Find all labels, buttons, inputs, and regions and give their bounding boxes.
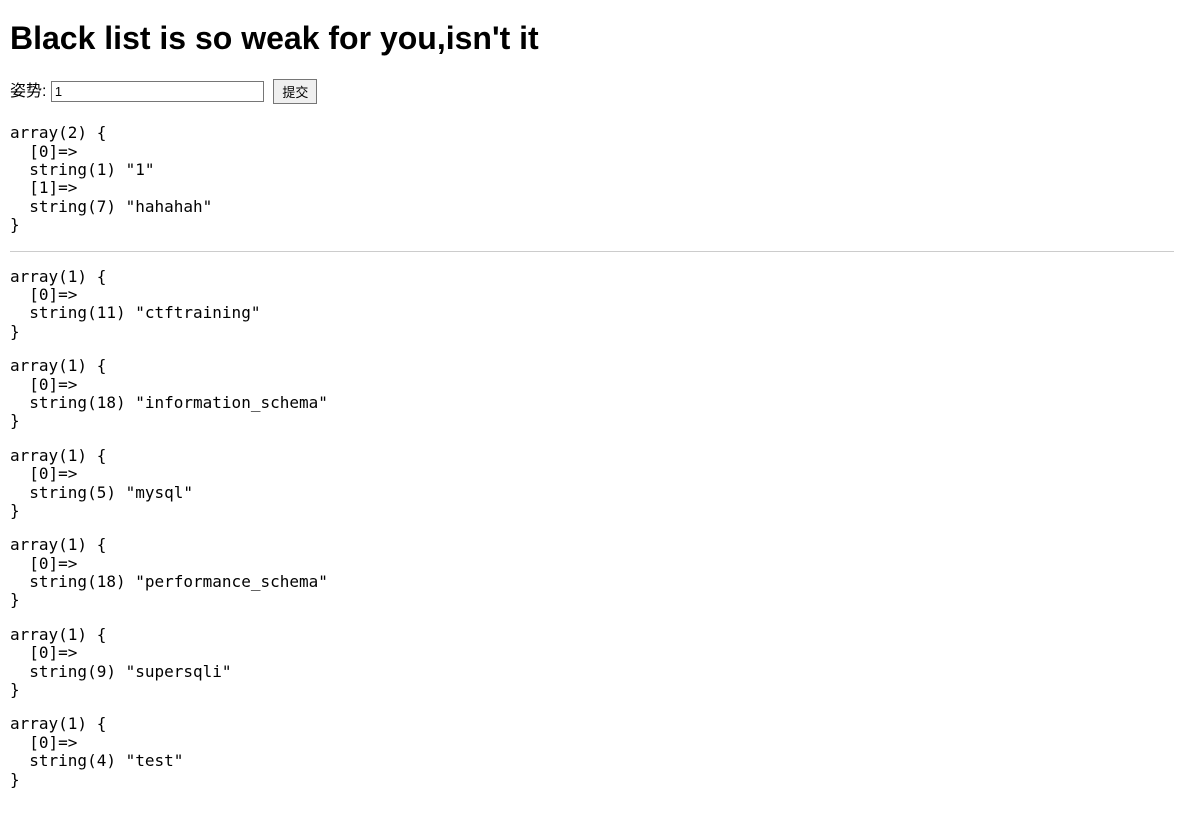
dump-output: array(1) { [0]=> string(5) "mysql" }: [10, 447, 1174, 521]
dump-output: array(1) { [0]=> string(18) "information…: [10, 357, 1174, 431]
page-title: Black list is so weak for you,isn't it: [10, 20, 1174, 57]
dump-output: array(1) { [0]=> string(4) "test" }: [10, 715, 1174, 789]
input-label: 姿势:: [10, 83, 46, 100]
submit-button[interactable]: 提交: [273, 79, 317, 104]
query-form: 姿势: 提交: [10, 77, 1174, 104]
dump-output: array(1) { [0]=> string(9) "supersqli" }: [10, 626, 1174, 700]
dump-output: array(1) { [0]=> string(11) "ctftraining…: [10, 268, 1174, 342]
dump-output: array(1) { [0]=> string(18) "performance…: [10, 536, 1174, 610]
separator: [10, 251, 1174, 252]
query-input[interactable]: [51, 81, 264, 102]
dump-output: array(2) { [0]=> string(1) "1" [1]=> str…: [10, 124, 1174, 234]
